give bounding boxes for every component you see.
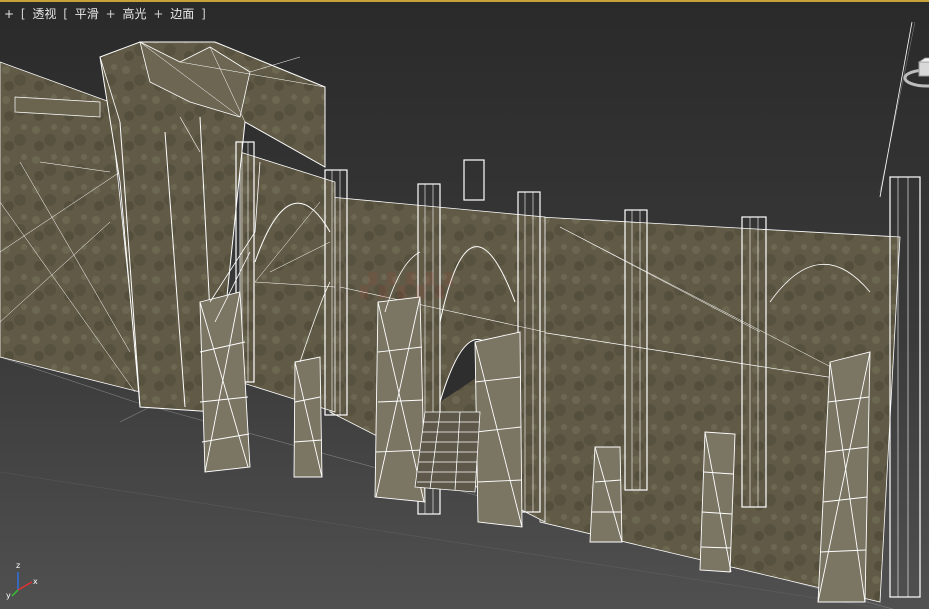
shading-mode-highlights[interactable]: 高光 (123, 7, 147, 21)
plus-separator-2: + (153, 7, 164, 21)
bracket-open: [ (20, 7, 26, 21)
view-mode-perspective[interactable]: 透视 (32, 7, 56, 21)
selection-edge-line (879, 21, 913, 198)
axis-tripod-icon: z x y (6, 562, 46, 602)
viewport-label-menu[interactable]: + [ 透视 [ 平滑 + 高光 + 边面 ] (4, 7, 209, 21)
perspective-viewport[interactable]: + [ 透视 [ 平滑 + 高光 + 边面 ] ▞▞▞▞▞ z x y (0, 0, 929, 609)
plus-separator: + (105, 7, 116, 21)
stump-5 (589, 446, 623, 543)
castle-wall-wireframe-model[interactable] (0, 2, 929, 609)
viewcube-icon[interactable] (901, 56, 929, 100)
stump-6 (699, 431, 736, 573)
viewport-menu-plus[interactable]: + (4, 7, 14, 21)
shading-mode-edged-faces[interactable]: 边面 (170, 7, 194, 21)
axis-y-label: y (6, 591, 11, 600)
bracket-close: ] (201, 7, 206, 21)
axis-z-label: z (16, 561, 21, 570)
bracket-open-2: [ (63, 7, 68, 21)
shading-mode-smooth[interactable]: 平滑 (75, 7, 99, 21)
axis-x-label: x (33, 577, 38, 586)
stairway (414, 411, 481, 493)
column-4 (463, 159, 485, 201)
watermark-logo: ▞▞▞▞▞ (360, 274, 455, 299)
